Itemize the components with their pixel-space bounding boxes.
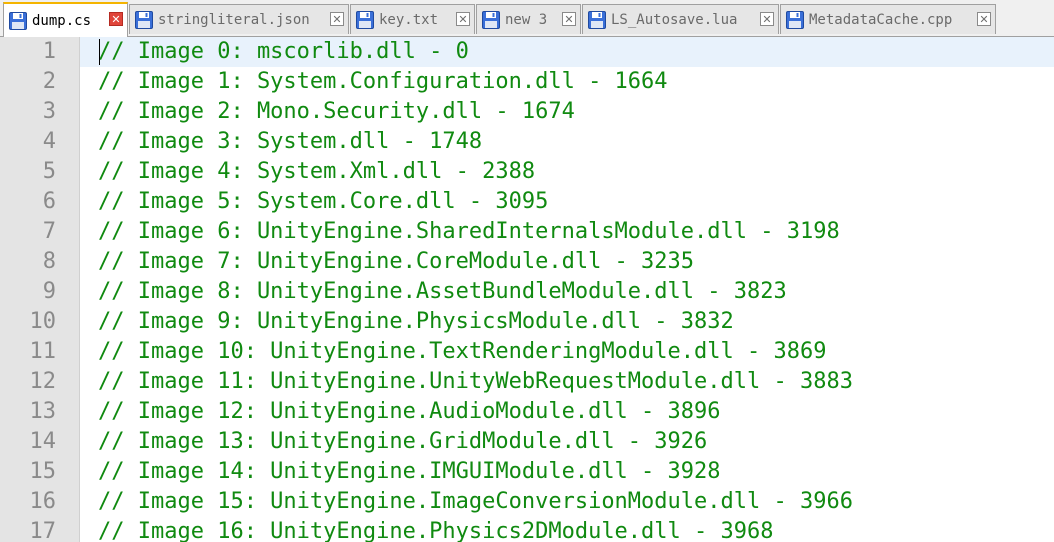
code-comment-text[interactable]: // Image 14: UnityEngine.IMGUIModule.dll… (98, 457, 721, 487)
tab-label: LS_Autosave.lua (611, 11, 738, 28)
tab-label: new 3 (505, 11, 548, 28)
code-line[interactable]: 4 // Image 3: System.dll - 1748 (0, 127, 1054, 157)
code-line[interactable]: 3 // Image 2: Mono.Security.dll - 1674 (0, 97, 1054, 127)
close-icon[interactable]: ✕ (109, 12, 123, 26)
tab-dump-cs[interactable]: dump.cs ✕ (3, 2, 128, 37)
code-comment-text[interactable]: // Image 15: UnityEngine.ImageConversion… (98, 487, 853, 517)
code-comment-text[interactable]: // Image 5: System.Core.dll - 3095 (98, 187, 548, 217)
close-icon[interactable]: ✕ (456, 12, 470, 26)
floppy-disk-icon (8, 11, 28, 31)
code-line[interactable]: 12 // Image 11: UnityEngine.UnityWebReque… (0, 367, 1054, 397)
line-number: 6 (42, 189, 56, 214)
code-line[interactable]: 15 // Image 14: UnityEngine.IMGUIModule.d… (0, 457, 1054, 487)
close-icon[interactable]: ✕ (977, 12, 991, 26)
tab-new-3[interactable]: new 3 ✕ (476, 4, 581, 34)
code-line[interactable]: 6 // Image 5: System.Core.dll - 3095 (0, 187, 1054, 217)
line-number: 16 (29, 489, 57, 514)
code-line[interactable]: 7 // Image 6: UnityEngine.SharedInternals… (0, 217, 1054, 247)
line-number: 10 (29, 309, 57, 334)
tab-metadatacache-cpp[interactable]: MetadataCache.cpp ✕ (780, 4, 996, 34)
code-comment-text[interactable]: // Image 6: UnityEngine.SharedInternalsM… (98, 217, 840, 247)
line-number: 1 (42, 39, 56, 64)
line-number: 3 (42, 99, 56, 124)
code-comment-text[interactable]: // Image 11: UnityEngine.UnityWebRequest… (98, 367, 853, 397)
code-line[interactable]: 1 // Image 0: mscorlib.dll - 0 (0, 37, 1054, 67)
tab-bar: dump.cs ✕ stringliteral.json ✕ key.txt ✕ new 3… (0, 0, 1054, 37)
tab-label: MetadataCache.cpp (809, 11, 953, 28)
code-comment-text[interactable]: // Image 4: System.Xml.dll - 2388 (98, 157, 535, 187)
tab-label: dump.cs (32, 12, 92, 29)
line-number: 8 (42, 249, 56, 274)
floppy-disk-icon (587, 10, 607, 30)
floppy-disk-icon (355, 10, 375, 30)
text-cursor (99, 39, 100, 65)
code-editor[interactable]: 1 // Image 0: mscorlib.dll - 0 2 // Image 1… (0, 37, 1054, 542)
code-comment-text[interactable]: // Image 13: UnityEngine.GridModule.dll … (98, 427, 707, 457)
code-line[interactable]: 8 // Image 7: UnityEngine.CoreModule.dll … (0, 247, 1054, 277)
code-comment-text[interactable]: // Image 7: UnityEngine.CoreModule.dll -… (98, 247, 694, 277)
code-comment-text[interactable]: // Image 8: UnityEngine.AssetBundleModul… (98, 277, 787, 307)
code-comment-text[interactable]: // Image 3: System.dll - 1748 (98, 127, 482, 157)
code-comment-text[interactable]: // Image 9: UnityEngine.PhysicsModule.dl… (98, 307, 734, 337)
code-line[interactable]: 10 // Image 9: UnityEngine.PhysicsModule.… (0, 307, 1054, 337)
code-line[interactable]: 2 // Image 1: System.Configuration.dll - … (0, 67, 1054, 97)
line-number: 2 (42, 69, 56, 94)
floppy-disk-icon (481, 10, 501, 30)
tab-ls-autosave-lua[interactable]: LS_Autosave.lua ✕ (582, 4, 779, 34)
code-comment-text[interactable]: // Image 2: Mono.Security.dll - 1674 (98, 97, 575, 127)
code-line[interactable]: 14 // Image 13: UnityEngine.GridModule.dl… (0, 427, 1054, 457)
floppy-disk-icon (785, 10, 805, 30)
code-comment-text[interactable]: // Image 10: UnityEngine.TextRenderingMo… (98, 337, 826, 367)
line-number: 5 (42, 159, 56, 184)
line-number: 7 (42, 219, 56, 244)
tab-key-txt[interactable]: key.txt ✕ (350, 4, 475, 34)
line-number: 13 (29, 399, 57, 424)
code-line[interactable]: 17 // Image 16: UnityEngine.Physics2DModu… (0, 517, 1054, 542)
close-icon[interactable]: ✕ (562, 12, 576, 26)
code-comment-text[interactable]: // Image 0: mscorlib.dll - 0 (98, 37, 469, 67)
close-icon[interactable]: ✕ (760, 12, 774, 26)
tab-label: stringliteral.json (158, 11, 310, 28)
line-number: 4 (42, 129, 56, 154)
code-line[interactable]: 16 // Image 15: UnityEngine.ImageConversi… (0, 487, 1054, 517)
line-number: 15 (29, 459, 57, 484)
code-line[interactable]: 13 // Image 12: UnityEngine.AudioModule.d… (0, 397, 1054, 427)
line-number: 17 (29, 519, 57, 542)
close-icon[interactable]: ✕ (330, 12, 344, 26)
tab-label: key.txt (379, 11, 439, 28)
floppy-disk-icon (134, 10, 154, 30)
line-number: 9 (42, 279, 56, 304)
tab-stringliteral-json[interactable]: stringliteral.json ✕ (129, 4, 349, 34)
line-number: 14 (29, 429, 57, 454)
line-number: 11 (29, 339, 57, 364)
code-line[interactable]: 11 // Image 10: UnityEngine.TextRendering… (0, 337, 1054, 367)
line-number: 12 (29, 369, 57, 394)
code-line[interactable]: 5 // Image 4: System.Xml.dll - 2388 (0, 157, 1054, 187)
code-comment-text[interactable]: // Image 16: UnityEngine.Physics2DModule… (98, 517, 774, 542)
code-line[interactable]: 9 // Image 8: UnityEngine.AssetBundleModu… (0, 277, 1054, 307)
code-comment-text[interactable]: // Image 1: System.Configuration.dll - 1… (98, 67, 668, 97)
code-comment-text[interactable]: // Image 12: UnityEngine.AudioModule.dll… (98, 397, 721, 427)
